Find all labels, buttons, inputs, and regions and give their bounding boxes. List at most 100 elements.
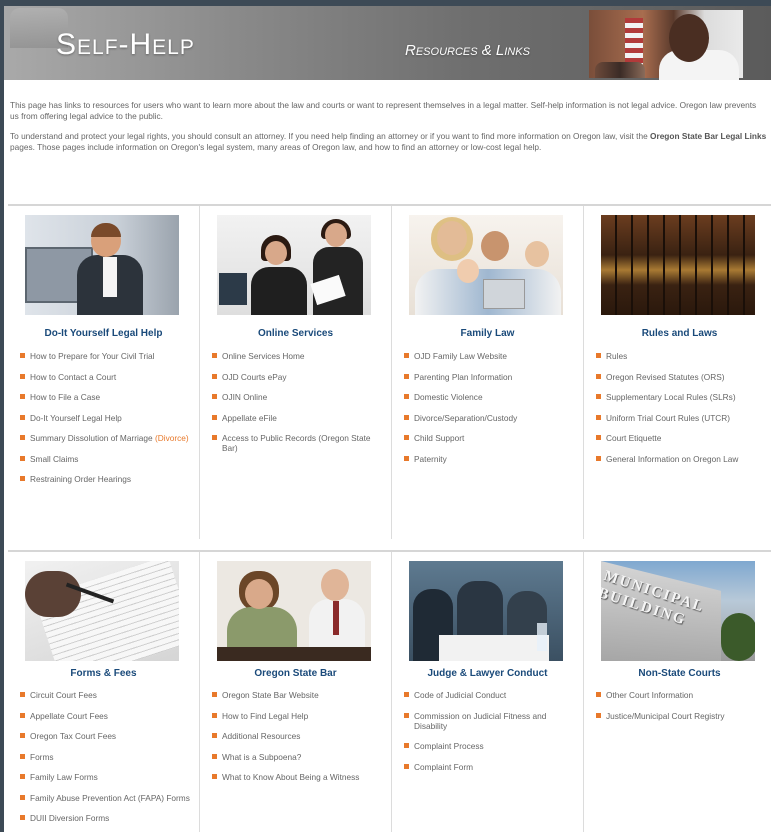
- page: Self-Help Resources & Links This page ha…: [4, 6, 771, 832]
- list-item[interactable]: OJD Courts ePay: [212, 372, 382, 382]
- father-face: [481, 231, 509, 261]
- list-item[interactable]: How to Find Legal Help: [212, 711, 382, 721]
- laptop-shape: [483, 279, 525, 309]
- list-item[interactable]: Paternity: [404, 454, 574, 464]
- list-item[interactable]: Oregon Tax Court Fees: [20, 731, 190, 741]
- section-title[interactable]: Online Services: [200, 328, 391, 339]
- book-shape: [601, 215, 617, 315]
- link-list: Rules Oregon Revised Statutes (ORS) Supp…: [596, 351, 766, 474]
- list-item[interactable]: OJD Family Law Website: [404, 351, 574, 361]
- woman-face: [245, 579, 273, 609]
- book-shape: [713, 215, 729, 315]
- section-forms-fees: Forms & Fees Circuit Court Fees Appellat…: [8, 552, 200, 832]
- banner-photo: [589, 10, 743, 80]
- banner-subtitle: Resources & Links: [405, 42, 530, 59]
- oregon-state-bar-legal-links-link[interactable]: Oregon State Bar Legal Links: [650, 131, 766, 141]
- hand-shape: [25, 571, 81, 617]
- section-rules-and-laws: Rules and Laws Rules Oregon Revised Stat…: [584, 206, 771, 539]
- tie-shape: [333, 601, 339, 635]
- link-list: Circuit Court Fees Appellate Court Fees …: [20, 690, 190, 832]
- diy-legal-help-image[interactable]: [25, 215, 179, 315]
- list-item[interactable]: Rules: [596, 351, 766, 361]
- forms-fees-image[interactable]: [25, 561, 179, 661]
- laptop-shape: [219, 273, 247, 305]
- book-shape: [649, 215, 665, 315]
- oregon-state-bar-image[interactable]: [217, 561, 371, 661]
- list-item[interactable]: Small Claims: [20, 454, 190, 464]
- list-item[interactable]: What is a Subpoena?: [212, 752, 382, 762]
- resource-grid-top: Do-It Yourself Legal Help How to Prepare…: [8, 204, 771, 539]
- section-title[interactable]: Judge & Lawyer Conduct: [392, 668, 583, 679]
- list-item[interactable]: Online Services Home: [212, 351, 382, 361]
- list-item[interactable]: Child Support: [404, 433, 574, 443]
- list-item[interactable]: Divorce/Separation/Custody: [404, 413, 574, 423]
- book-shape: [633, 215, 649, 315]
- list-item[interactable]: Other Court Information: [596, 690, 766, 700]
- list-item[interactable]: Additional Resources: [212, 731, 382, 741]
- list-item[interactable]: Supplementary Local Rules (SLRs): [596, 392, 766, 402]
- list-item[interactable]: Forms: [20, 752, 190, 762]
- item-text: Summary Dissolution of Marriage: [30, 433, 153, 443]
- list-item[interactable]: General Information on Oregon Law: [596, 454, 766, 464]
- list-item[interactable]: What to Know About Being a Witness: [212, 772, 382, 782]
- section-title[interactable]: Non-State Courts: [584, 668, 771, 679]
- divorce-accent: (Divorce): [154, 433, 189, 443]
- glass-shape: [537, 623, 547, 651]
- section-title[interactable]: Oregon State Bar: [200, 668, 391, 679]
- list-item[interactable]: How to Contact a Court: [20, 372, 190, 382]
- list-item[interactable]: Family Abuse Prevention Act (FAPA) Forms: [20, 793, 190, 803]
- section-title[interactable]: Family Law: [392, 328, 583, 339]
- woman1-body: [251, 267, 307, 315]
- list-item[interactable]: Complaint Process: [404, 741, 574, 751]
- non-state-courts-image[interactable]: MUNICIPAL BUILDING: [601, 561, 755, 661]
- judge-lawyer-conduct-image[interactable]: [409, 561, 563, 661]
- list-item[interactable]: Restraining Order Hearings: [20, 474, 190, 484]
- intro-paragraph-1: This page has links to resources for use…: [10, 100, 757, 121]
- list-item[interactable]: Commission on Judicial Fitness and Disab…: [404, 711, 574, 731]
- baby-face: [457, 259, 479, 283]
- family-law-image[interactable]: [409, 215, 563, 315]
- resource-grid-bottom: Forms & Fees Circuit Court Fees Appellat…: [8, 550, 771, 832]
- list-item[interactable]: Code of Judicial Conduct: [404, 690, 574, 700]
- list-item[interactable]: Do-It Yourself Legal Help: [20, 413, 190, 423]
- online-services-image[interactable]: [217, 215, 371, 315]
- shirt-shape: [103, 257, 117, 297]
- list-item[interactable]: Access to Public Records (Oregon State B…: [212, 433, 382, 453]
- list-item[interactable]: Appellate Court Fees: [20, 711, 190, 721]
- list-item[interactable]: Appellate eFile: [212, 413, 382, 423]
- list-item[interactable]: Uniform Trial Court Rules (UTCR): [596, 413, 766, 423]
- section-judge-lawyer-conduct: Judge & Lawyer Conduct Code of Judicial …: [392, 552, 584, 832]
- list-item[interactable]: Justice/Municipal Court Registry: [596, 711, 766, 721]
- section-diy-legal-help: Do-It Yourself Legal Help How to Prepare…: [8, 206, 200, 539]
- book-shape: [617, 215, 633, 315]
- list-item[interactable]: Summary Dissolution of Marriage (Divorce…: [20, 433, 190, 443]
- list-item[interactable]: DUII Diversion Forms: [20, 813, 190, 823]
- rules-and-laws-image[interactable]: [601, 215, 755, 315]
- section-online-services: Online Services Online Services Home OJD…: [200, 206, 392, 539]
- section-title[interactable]: Forms & Fees: [8, 668, 199, 679]
- list-item[interactable]: OJIN Online: [212, 392, 382, 402]
- list-item[interactable]: Oregon State Bar Website: [212, 690, 382, 700]
- mother-face: [437, 221, 467, 255]
- hair-shape: [91, 223, 121, 237]
- list-item[interactable]: Complaint Form: [404, 762, 574, 772]
- list-item[interactable]: Family Law Forms: [20, 772, 190, 782]
- woman2-face: [325, 223, 347, 247]
- child-face: [525, 241, 549, 267]
- list-item[interactable]: Parenting Plan Information: [404, 372, 574, 382]
- list-item[interactable]: How to File a Case: [20, 392, 190, 402]
- desk-shape: [217, 647, 371, 661]
- woman1-face: [265, 241, 287, 265]
- list-item[interactable]: Court Etiquette: [596, 433, 766, 443]
- section-title[interactable]: Do-It Yourself Legal Help: [8, 328, 199, 339]
- link-list: Code of Judicial Conduct Commission on J…: [404, 690, 574, 782]
- list-item[interactable]: Domestic Violence: [404, 392, 574, 402]
- list-item[interactable]: Circuit Court Fees: [20, 690, 190, 700]
- link-list: How to Prepare for Your Civil Trial How …: [20, 351, 190, 495]
- crowd-image: [595, 62, 645, 78]
- section-title[interactable]: Rules and Laws: [584, 328, 771, 339]
- list-item[interactable]: How to Prepare for Your Civil Trial: [20, 351, 190, 361]
- list-item[interactable]: Oregon Revised Statutes (ORS): [596, 372, 766, 382]
- book-shape: [745, 215, 755, 315]
- banner-title: Self-Help: [56, 28, 195, 61]
